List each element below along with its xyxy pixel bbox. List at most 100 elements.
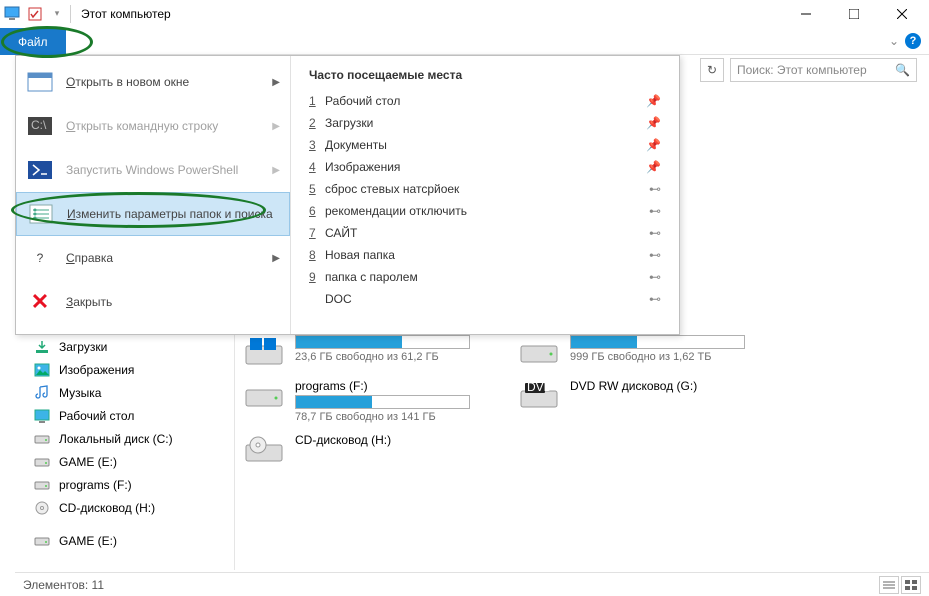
recent-item[interactable]: DOC ⊷	[297, 288, 673, 310]
pin-filled-icon[interactable]: 📌	[646, 94, 661, 108]
menu-label: Запустить Windows PowerShell	[66, 163, 238, 177]
recent-label: DOC	[325, 292, 649, 306]
sidebar-item[interactable]: Музыка	[33, 381, 234, 404]
pin-filled-icon[interactable]: 📌	[646, 138, 661, 152]
file-menu-recent: Часто посещаемые места 1 Рабочий стол 📌2…	[291, 56, 679, 334]
sidebar-label: Локальный диск (C:)	[59, 432, 173, 446]
recent-item[interactable]: 5 сброс стевых натсрйоек ⊷	[297, 178, 673, 200]
status-text: Элементов: 11	[23, 578, 104, 592]
drive-item[interactable]: 999 ГБ свободно из 1,62 ТБ	[518, 335, 768, 369]
close-button[interactable]	[879, 0, 925, 28]
properties-icon[interactable]	[26, 5, 44, 23]
menu-label: Справка	[66, 251, 113, 265]
sidebar-item[interactable]: GAME (E:)	[33, 529, 234, 552]
drive-name: CD-дисковод (H:)	[295, 433, 493, 447]
drive-usage-bar	[570, 335, 745, 349]
pin-outline-icon[interactable]: ⊷	[649, 292, 661, 306]
ribbon-expand-icon[interactable]: ⌄	[889, 34, 899, 48]
drive-name: DVD RW дисковод (G:)	[570, 379, 768, 393]
titlebar: ▾ Этот компьютер	[0, 0, 929, 28]
sidebar-label: GAME (E:)	[59, 455, 117, 469]
sidebar-item[interactable]: programs (F:)	[33, 473, 234, 496]
recent-label: Новая папка	[325, 248, 649, 262]
recent-label: САЙТ	[325, 226, 649, 240]
recent-item[interactable]: 1 Рабочий стол 📌	[297, 90, 673, 112]
drive-name: programs (F:)	[295, 379, 493, 393]
pin-outline-icon[interactable]: ⊷	[649, 270, 661, 284]
pin-filled-icon[interactable]: 📌	[646, 116, 661, 130]
dropdown-icon[interactable]: ▾	[48, 5, 66, 23]
help-icon[interactable]: ?	[905, 33, 921, 49]
sidebar-label: Музыка	[59, 386, 101, 400]
menu-label: Закрыть	[66, 295, 112, 309]
cmd-icon: C:\	[26, 112, 54, 140]
recent-item[interactable]: 7 САЙТ ⊷	[297, 222, 673, 244]
toolbar-right: ↻ Поиск: Этот компьютер 🔍	[700, 57, 917, 83]
view-details-button[interactable]	[879, 576, 899, 594]
menu-help[interactable]: ? Справка ▶	[16, 236, 290, 280]
download-icon	[33, 339, 51, 355]
pin-outline-icon[interactable]: ⊷	[649, 182, 661, 196]
menu-open-new-window[interactable]: Открыть в новом окне ▶	[16, 60, 290, 104]
sidebar-item[interactable]: GAME (E:)	[33, 450, 234, 473]
drive-info: 78,7 ГБ свободно из 141 ГБ	[295, 411, 493, 423]
disk-icon	[518, 335, 560, 369]
music-icon	[33, 385, 51, 401]
recent-index: 6	[309, 204, 325, 218]
window-controls	[783, 0, 925, 28]
view-icons-button[interactable]	[901, 576, 921, 594]
computer-icon	[4, 5, 22, 23]
drive-info: 23,6 ГБ свободно из 61,2 ГБ	[295, 351, 493, 363]
menu-folder-options[interactable]: Изменить параметры папок и поиска	[16, 192, 290, 236]
refresh-button[interactable]: ↻	[700, 58, 724, 82]
file-tab[interactable]: Файл	[0, 28, 66, 55]
menu-open-powershell: Запустить Windows PowerShell ▶	[16, 148, 290, 192]
chevron-right-icon: ▶	[272, 77, 280, 88]
content-area: Загрузки Изображения Музыка Рабочий стол Лок…	[15, 335, 929, 570]
recent-item[interactable]: 4 Изображения 📌	[297, 156, 673, 178]
pin-outline-icon[interactable]: ⊷	[649, 226, 661, 240]
image-icon	[33, 362, 51, 378]
drive-item[interactable]: 23,6 ГБ свободно из 61,2 ГБ	[243, 335, 493, 369]
recent-label: папка с паролем	[325, 270, 649, 284]
recent-index: 1	[309, 94, 325, 108]
recent-index: 3	[309, 138, 325, 152]
svg-text:C:\: C:\	[31, 118, 47, 132]
sidebar: Загрузки Изображения Музыка Рабочий стол Лок…	[15, 335, 235, 570]
sidebar-item[interactable]: CD-дисковод (H:)	[33, 496, 234, 519]
recent-index: 9	[309, 270, 325, 284]
maximize-button[interactable]	[831, 0, 877, 28]
sidebar-item[interactable]: Изображения	[33, 358, 234, 381]
sidebar-label: Загрузки	[59, 340, 107, 354]
drive-item[interactable]: programs (F:) 78,7 ГБ свободно из 141 ГБ	[243, 379, 493, 423]
dvd-icon: DVD	[518, 379, 560, 413]
recent-label: Документы	[325, 138, 646, 152]
sidebar-item[interactable]: Рабочий стол	[33, 404, 234, 427]
menu-close[interactable]: ✕ Закрыть	[16, 280, 290, 324]
recent-index: 5	[309, 182, 325, 196]
recent-item[interactable]: 9 папка с паролем ⊷	[297, 266, 673, 288]
win-icon	[243, 335, 285, 369]
drive-item[interactable]: CD-дисковод (H:)	[243, 433, 493, 467]
sidebar-item[interactable]: Загрузки	[33, 335, 234, 358]
minimize-button[interactable]	[783, 0, 829, 28]
menu-open-cmd: C:\ Открыть командную строку ▶	[16, 104, 290, 148]
disk-icon	[243, 379, 285, 413]
recent-item[interactable]: 6 рекомендации отключить ⊷	[297, 200, 673, 222]
powershell-icon	[26, 156, 54, 184]
pin-filled-icon[interactable]: 📌	[646, 160, 661, 174]
sidebar-item[interactable]: Локальный диск (C:)	[33, 427, 234, 450]
recent-item[interactable]: 8 Новая папка ⊷	[297, 244, 673, 266]
window-icon	[26, 68, 54, 96]
recent-index: 8	[309, 248, 325, 262]
drive-item[interactable]: DVD DVD RW дисковод (G:)	[518, 379, 768, 423]
pin-outline-icon[interactable]: ⊷	[649, 204, 661, 218]
search-input[interactable]: Поиск: Этот компьютер 🔍	[730, 58, 917, 82]
recent-item[interactable]: 3 Документы 📌	[297, 134, 673, 156]
file-tab-label: Файл	[18, 35, 48, 49]
recent-item[interactable]: 2 Загрузки 📌	[297, 112, 673, 134]
chevron-right-icon: ▶	[272, 253, 280, 264]
help-icon: ?	[26, 244, 54, 272]
pin-outline-icon[interactable]: ⊷	[649, 248, 661, 262]
search-icon: 🔍	[895, 63, 910, 77]
